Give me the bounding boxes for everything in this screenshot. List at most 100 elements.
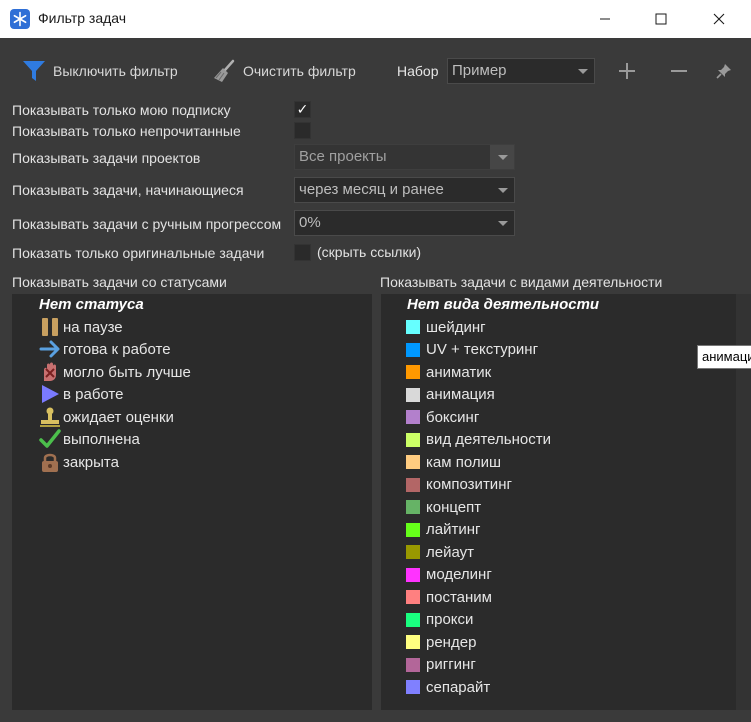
status-label: ожидает оценки xyxy=(63,408,174,426)
activity-item[interactable]: постаним xyxy=(406,586,492,608)
status-label: в работе xyxy=(63,385,124,403)
activity-label: шейдинг xyxy=(426,318,486,336)
activity-item[interactable]: композитинг xyxy=(406,474,512,496)
color-swatch xyxy=(406,590,420,604)
activity-item[interactable]: прокси xyxy=(406,609,473,631)
no-activity-item[interactable]: Нет вида деятельности xyxy=(407,296,599,313)
activity-label: аниматик xyxy=(426,363,492,381)
maximize-button[interactable] xyxy=(632,0,690,38)
color-swatch xyxy=(406,635,420,649)
activity-item[interactable]: вид деятельности xyxy=(406,429,551,451)
tooltip: анимация xyxy=(697,345,751,369)
arrow-right-icon xyxy=(39,338,61,360)
clear-filter-button[interactable]: Очистить фильтр xyxy=(211,58,356,84)
close-button[interactable] xyxy=(690,0,748,38)
color-swatch xyxy=(406,432,420,447)
activity-label: моделинг xyxy=(426,566,492,583)
snowflake-app-icon xyxy=(10,9,30,29)
color-swatch xyxy=(406,320,420,334)
activity-item[interactable]: UV + текстуринг xyxy=(406,339,538,361)
activity-label: лайтинг xyxy=(426,521,481,538)
close-icon xyxy=(713,13,725,25)
activity-item[interactable]: моделинг xyxy=(406,564,492,586)
activities-list[interactable]: Нет вида деятельности шейдинг UV + тексту… xyxy=(381,294,736,710)
status-item-closed[interactable]: закрыта xyxy=(39,451,119,473)
only-original-checkbox[interactable] xyxy=(294,244,311,261)
status-item-done[interactable]: выполнена xyxy=(39,428,140,450)
add-preset-button[interactable] xyxy=(615,59,639,83)
pin-button[interactable] xyxy=(712,59,736,83)
preset-value: Пример xyxy=(452,62,507,79)
status-label: готова к работе xyxy=(63,340,171,358)
color-swatch xyxy=(406,455,420,469)
status-item-ready[interactable]: готова к работе xyxy=(39,338,171,360)
color-swatch xyxy=(406,342,420,357)
manual-progress-label: Показывать задачи с ручным прогрессом xyxy=(12,216,282,232)
color-swatch xyxy=(406,522,420,537)
chevron-down-icon xyxy=(498,188,508,193)
stamp-icon xyxy=(39,406,61,428)
activity-item[interactable]: сепарайт xyxy=(406,676,490,698)
activity-item[interactable]: аниматик xyxy=(406,361,491,383)
status-item-awaiting-review[interactable]: ожидает оценки xyxy=(39,406,174,428)
color-swatch xyxy=(406,612,420,627)
disable-filter-button[interactable]: Выключить фильтр xyxy=(21,58,178,84)
activity-label: UV + текстуринг xyxy=(426,341,539,358)
minimize-button[interactable] xyxy=(576,0,634,38)
window-title: Фильтр задач xyxy=(38,10,127,26)
activity-item[interactable]: кам полиш xyxy=(406,451,501,473)
only-unread-checkbox[interactable] xyxy=(294,122,311,139)
pause-icon xyxy=(39,316,61,338)
color-swatch xyxy=(406,365,420,379)
statuses-label: Показывать задачи со статусами xyxy=(12,274,227,290)
pin-icon xyxy=(716,64,731,79)
activity-item[interactable]: концепт xyxy=(406,496,481,518)
activity-item[interactable]: анимация xyxy=(406,384,495,406)
chevron-down-icon xyxy=(498,155,508,160)
lock-icon xyxy=(39,451,61,473)
activity-item[interactable]: шейдинг xyxy=(406,316,486,338)
manual-progress-value: 0% xyxy=(299,214,321,231)
activities-label: Показывать задачи с видами деятельности xyxy=(380,274,663,290)
play-icon xyxy=(39,383,61,405)
preset-select[interactable]: Пример xyxy=(447,58,595,84)
activity-item[interactable]: боксинг xyxy=(406,406,479,428)
statuses-list[interactable]: Нет статуса на паузе готова к работе мог… xyxy=(12,294,372,710)
disable-filter-label: Выключить фильтр xyxy=(53,63,178,79)
status-item-could-be-better[interactable]: могло быть лучше xyxy=(39,361,191,383)
minimize-icon xyxy=(600,18,610,20)
only-my-subscription-label: Показывать только мою подписку xyxy=(12,102,231,118)
project-select[interactable]: Все проекты xyxy=(294,144,515,170)
activity-label: постаним xyxy=(426,588,492,606)
only-unread-label: Показывать только непрочитанные xyxy=(12,123,241,139)
color-swatch xyxy=(406,410,420,424)
activity-label: боксинг xyxy=(426,408,480,426)
chevron-down-icon xyxy=(578,69,588,74)
status-item-in-progress[interactable]: в работе xyxy=(39,383,123,405)
starting-select[interactable]: через месяц и ранее xyxy=(294,177,515,203)
preset-label: Набор xyxy=(397,63,439,79)
activity-label: концепт xyxy=(426,498,482,516)
manual-progress-select[interactable]: 0% xyxy=(294,210,515,236)
color-swatch xyxy=(406,500,420,514)
activity-label: сепарайт xyxy=(426,678,491,696)
starting-tasks-label: Показывать задачи, начинающиеся xyxy=(12,182,244,198)
only-my-subscription-checkbox[interactable]: ✓ xyxy=(294,101,311,118)
activity-item[interactable]: лейаут xyxy=(406,541,474,563)
hand-stop-icon xyxy=(39,361,61,383)
activity-label: прокси xyxy=(426,611,474,628)
chevron-down-icon xyxy=(498,221,508,226)
status-item-pause[interactable]: на паузе xyxy=(39,316,123,338)
activity-item[interactable]: рендер xyxy=(406,631,476,653)
remove-preset-button[interactable] xyxy=(667,59,691,83)
activity-label: кам полиш xyxy=(426,453,502,471)
color-swatch xyxy=(406,680,420,694)
no-status-item[interactable]: Нет статуса xyxy=(39,296,144,313)
funnel-icon xyxy=(21,58,47,84)
activity-item[interactable]: лайтинг xyxy=(406,519,480,541)
color-swatch xyxy=(406,545,420,559)
status-label: на паузе xyxy=(63,318,123,336)
activity-item[interactable]: риггинг xyxy=(406,654,476,676)
project-tasks-label: Показывать задачи проектов xyxy=(12,150,201,166)
color-swatch xyxy=(406,567,420,582)
